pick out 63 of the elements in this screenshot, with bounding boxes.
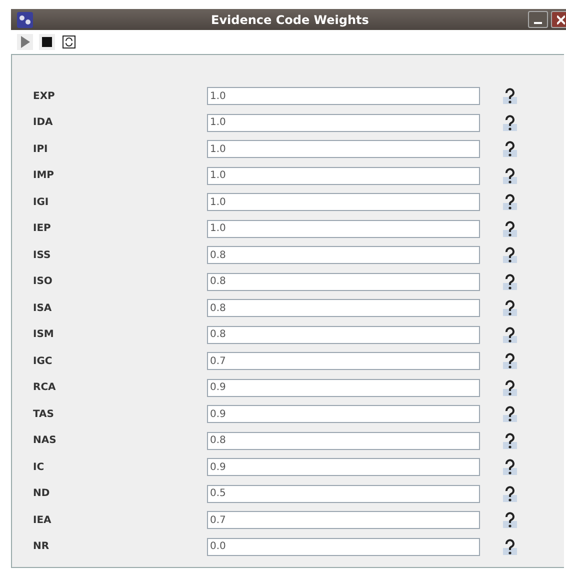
help-icon[interactable] xyxy=(503,247,517,264)
refresh-button[interactable] xyxy=(61,34,77,50)
code-label: IPI xyxy=(32,144,49,155)
minimize-icon xyxy=(534,22,542,24)
weight-field[interactable]: 0.0 xyxy=(207,538,480,556)
close-button[interactable] xyxy=(551,11,566,28)
help-icon[interactable] xyxy=(503,141,517,158)
weight-field[interactable]: 0.9 xyxy=(207,378,480,397)
weight-field[interactable]: 0.5 xyxy=(207,484,480,503)
app-icon xyxy=(17,12,33,28)
help-icon[interactable] xyxy=(503,300,517,316)
help-icon[interactable] xyxy=(503,194,517,210)
help-icon[interactable] xyxy=(503,326,517,343)
play-button[interactable] xyxy=(17,34,33,50)
help-icon[interactable] xyxy=(503,406,517,422)
weight-field[interactable]: 1.0 xyxy=(207,220,480,238)
weight-field[interactable]: 1.0 xyxy=(207,87,480,106)
help-icon[interactable] xyxy=(503,88,517,104)
weight-field[interactable]: 0.8 xyxy=(207,246,480,264)
weight-field[interactable]: 0.7 xyxy=(207,352,480,370)
code-label: IEP xyxy=(32,223,52,234)
help-icon[interactable] xyxy=(503,459,517,476)
code-label: IDA xyxy=(32,117,54,128)
weight-field[interactable]: 1.0 xyxy=(207,166,480,185)
stop-button[interactable] xyxy=(39,34,55,50)
help-icon[interactable] xyxy=(503,353,517,370)
weight-field[interactable]: 0.8 xyxy=(207,272,480,291)
code-label: IGI xyxy=(32,196,50,208)
weight-field[interactable]: 0.9 xyxy=(207,458,480,476)
help-icon[interactable] xyxy=(503,432,517,449)
weight-field[interactable]: 0.8 xyxy=(207,432,480,450)
weight-field[interactable]: 0.9 xyxy=(207,405,480,424)
window-title: Evidence Code Weights xyxy=(211,12,366,26)
code-label: TAS xyxy=(32,408,55,420)
help-icon[interactable] xyxy=(503,538,517,555)
code-label: ISA xyxy=(32,302,53,314)
code-label: NAS xyxy=(32,435,58,446)
weight-field[interactable]: 1.0 xyxy=(207,114,480,132)
minimize-button[interactable] xyxy=(528,11,548,28)
help-icon[interactable] xyxy=(503,512,517,528)
weight-field[interactable]: 1.0 xyxy=(207,193,480,212)
weight-field[interactable]: 1.0 xyxy=(207,140,480,158)
code-label: NR xyxy=(32,541,50,552)
help-icon[interactable] xyxy=(503,274,517,290)
weight-field[interactable]: 0.8 xyxy=(207,299,480,318)
code-label: ISS xyxy=(32,250,52,261)
code-label: IEA xyxy=(32,514,52,526)
code-label: ISM xyxy=(32,329,55,340)
help-icon[interactable] xyxy=(503,380,517,396)
help-icon[interactable] xyxy=(503,486,517,502)
code-label: RCA xyxy=(32,382,57,394)
weight-field[interactable]: 0.8 xyxy=(207,326,480,344)
weight-field[interactable]: 0.7 xyxy=(207,511,480,530)
help-icon[interactable] xyxy=(503,114,517,131)
help-icon[interactable] xyxy=(503,220,517,237)
code-label: EXP xyxy=(32,90,56,102)
code-label: IGC xyxy=(32,356,54,367)
help-icon[interactable] xyxy=(503,168,517,184)
code-label: IC xyxy=(32,462,46,473)
code-label: ND xyxy=(32,488,51,500)
code-label: ISO xyxy=(32,276,54,288)
code-label: IMP xyxy=(32,170,56,182)
close-icon xyxy=(557,14,565,24)
